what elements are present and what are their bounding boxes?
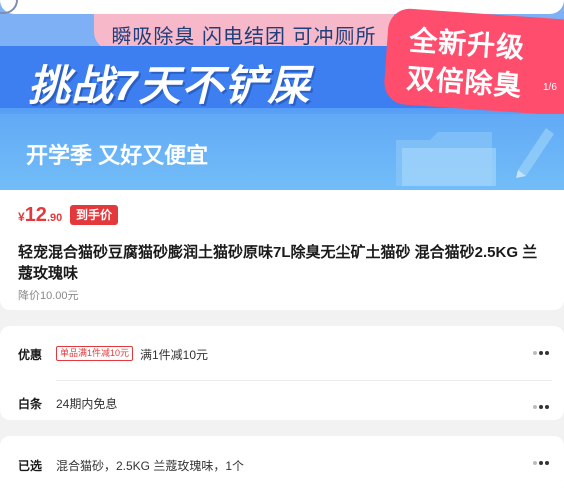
selected-spec-text[interactable]: 混合猫砂，2.5KG 兰蔻玫瑰味，1个 xyxy=(56,457,244,474)
divider xyxy=(56,380,552,381)
baitiao-text[interactable]: 24期内免息 xyxy=(56,395,117,412)
top-overlay xyxy=(0,0,564,14)
price-drop-note: 降价10.00元 xyxy=(18,290,79,302)
promo-label: 优惠 xyxy=(18,348,43,362)
corner-handle xyxy=(0,0,18,14)
price-decimal: .90 xyxy=(46,212,63,224)
banner-headline: 挑战7天不铲屎 xyxy=(28,62,311,109)
pen-icon xyxy=(516,128,554,178)
upgrade-badge: 全新升级 双倍除臭 xyxy=(382,7,564,117)
product-banner[interactable]: 瞬吸除臭 闪电结团 可冲厕所 挑战7天不铲屎 全新升级 双倍除臭 1/6 开学季… xyxy=(0,0,564,190)
folder-icon xyxy=(396,132,496,186)
product-title: 轻宠混合猫砂豆腐猫砂膨润土猫砂原味7L除臭无尘矿土猫砂 混合猫砂2.5KG 兰蔻… xyxy=(18,244,538,282)
badge-line-2: 双倍除臭 xyxy=(405,62,524,102)
banner-subtitle: 开学季 又好又便宜 xyxy=(26,143,209,168)
current-price: ¥12.90 xyxy=(18,204,62,227)
carousel-page-indicator: 1/6 xyxy=(543,82,557,93)
currency-symbol: ¥ xyxy=(18,210,25,224)
coupon-tag[interactable]: 单品满1件减10元 xyxy=(56,346,134,361)
baitiao-label: 白条 xyxy=(18,397,43,411)
price-integer: 12 xyxy=(24,204,47,226)
selected-label: 已选 xyxy=(18,459,43,473)
banner-tagline-text: 瞬吸除臭 闪电结团 可冲厕所 xyxy=(111,26,377,48)
promo-more-icon[interactable] xyxy=(533,350,551,356)
banner-tagline: 瞬吸除臭 闪电结团 可冲厕所 xyxy=(94,14,394,50)
selected-more-icon[interactable] xyxy=(533,460,551,466)
baitiao-more-icon[interactable] xyxy=(533,404,551,410)
coupon-text[interactable]: 满1件减10元 xyxy=(140,346,208,363)
net-price-tag: 到手价 xyxy=(70,205,119,225)
